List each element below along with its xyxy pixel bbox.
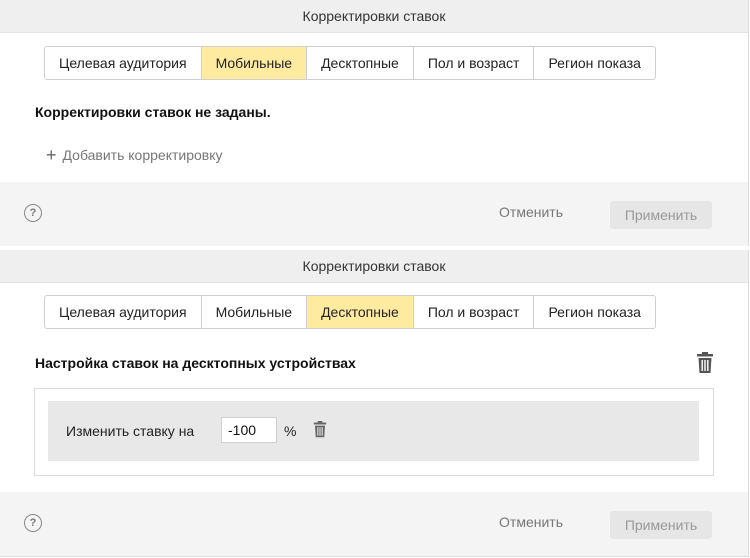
tab-gender-age[interactable]: Пол и возраст xyxy=(412,296,534,328)
empty-state-message: Корректировки ставок не заданы. xyxy=(35,104,271,120)
adjustment-rule-row: Изменить ставку на % xyxy=(48,401,699,461)
tab-desktop[interactable]: Десктопные xyxy=(306,296,413,328)
apply-button[interactable]: Применить xyxy=(610,201,712,229)
plus-icon: + xyxy=(46,145,57,165)
tab-gender-age[interactable]: Пол и возраст xyxy=(412,47,534,79)
bid-change-input[interactable] xyxy=(221,417,277,443)
section-title: Настройка ставок на десктопных устройств… xyxy=(35,355,356,371)
cancel-button[interactable]: Отменить xyxy=(499,514,563,530)
tab-desktop[interactable]: Десктопные xyxy=(306,47,413,79)
panel-header-title: Корректировки ставок xyxy=(0,0,748,33)
add-adjustment-label: Добавить корректировку xyxy=(62,147,223,163)
tab-target-audience[interactable]: Целевая аудитория xyxy=(45,47,201,79)
add-adjustment-link[interactable]: + Добавить корректировку xyxy=(46,145,223,166)
help-circle-icon[interactable]: ? xyxy=(24,204,42,222)
tab-mobile[interactable]: Мобильные xyxy=(200,296,307,328)
rule-label: Изменить ставку на xyxy=(66,423,195,439)
tab-region[interactable]: Регион показа xyxy=(533,296,654,328)
trash-icon[interactable] xyxy=(313,421,327,443)
tabs-bar: Целевая аудитория Мобильные Десктопные П… xyxy=(44,46,656,80)
tab-target-audience[interactable]: Целевая аудитория xyxy=(45,296,201,328)
panel-footer: ? Отменить Применить xyxy=(0,492,748,556)
trash-icon[interactable] xyxy=(696,352,714,379)
tab-mobile[interactable]: Мобильные xyxy=(200,47,307,79)
tab-region[interactable]: Регион показа xyxy=(533,47,654,79)
cancel-button[interactable]: Отменить xyxy=(499,204,563,220)
bid-adjustments-panel-mobile: Корректировки ставок Целевая аудитория М… xyxy=(0,0,749,246)
panel-header-title: Корректировки ставок xyxy=(0,250,748,283)
percent-unit: % xyxy=(284,423,297,439)
panel-footer: ? Отменить Применить xyxy=(0,182,748,246)
help-circle-icon[interactable]: ? xyxy=(24,514,42,532)
tabs-bar: Целевая аудитория Мобильные Десктопные П… xyxy=(44,295,656,329)
bid-adjustments-panel-desktop: Корректировки ставок Целевая аудитория М… xyxy=(0,250,749,557)
apply-button[interactable]: Применить xyxy=(610,511,712,539)
adjustment-rule: Изменить ставку на % xyxy=(34,388,714,476)
